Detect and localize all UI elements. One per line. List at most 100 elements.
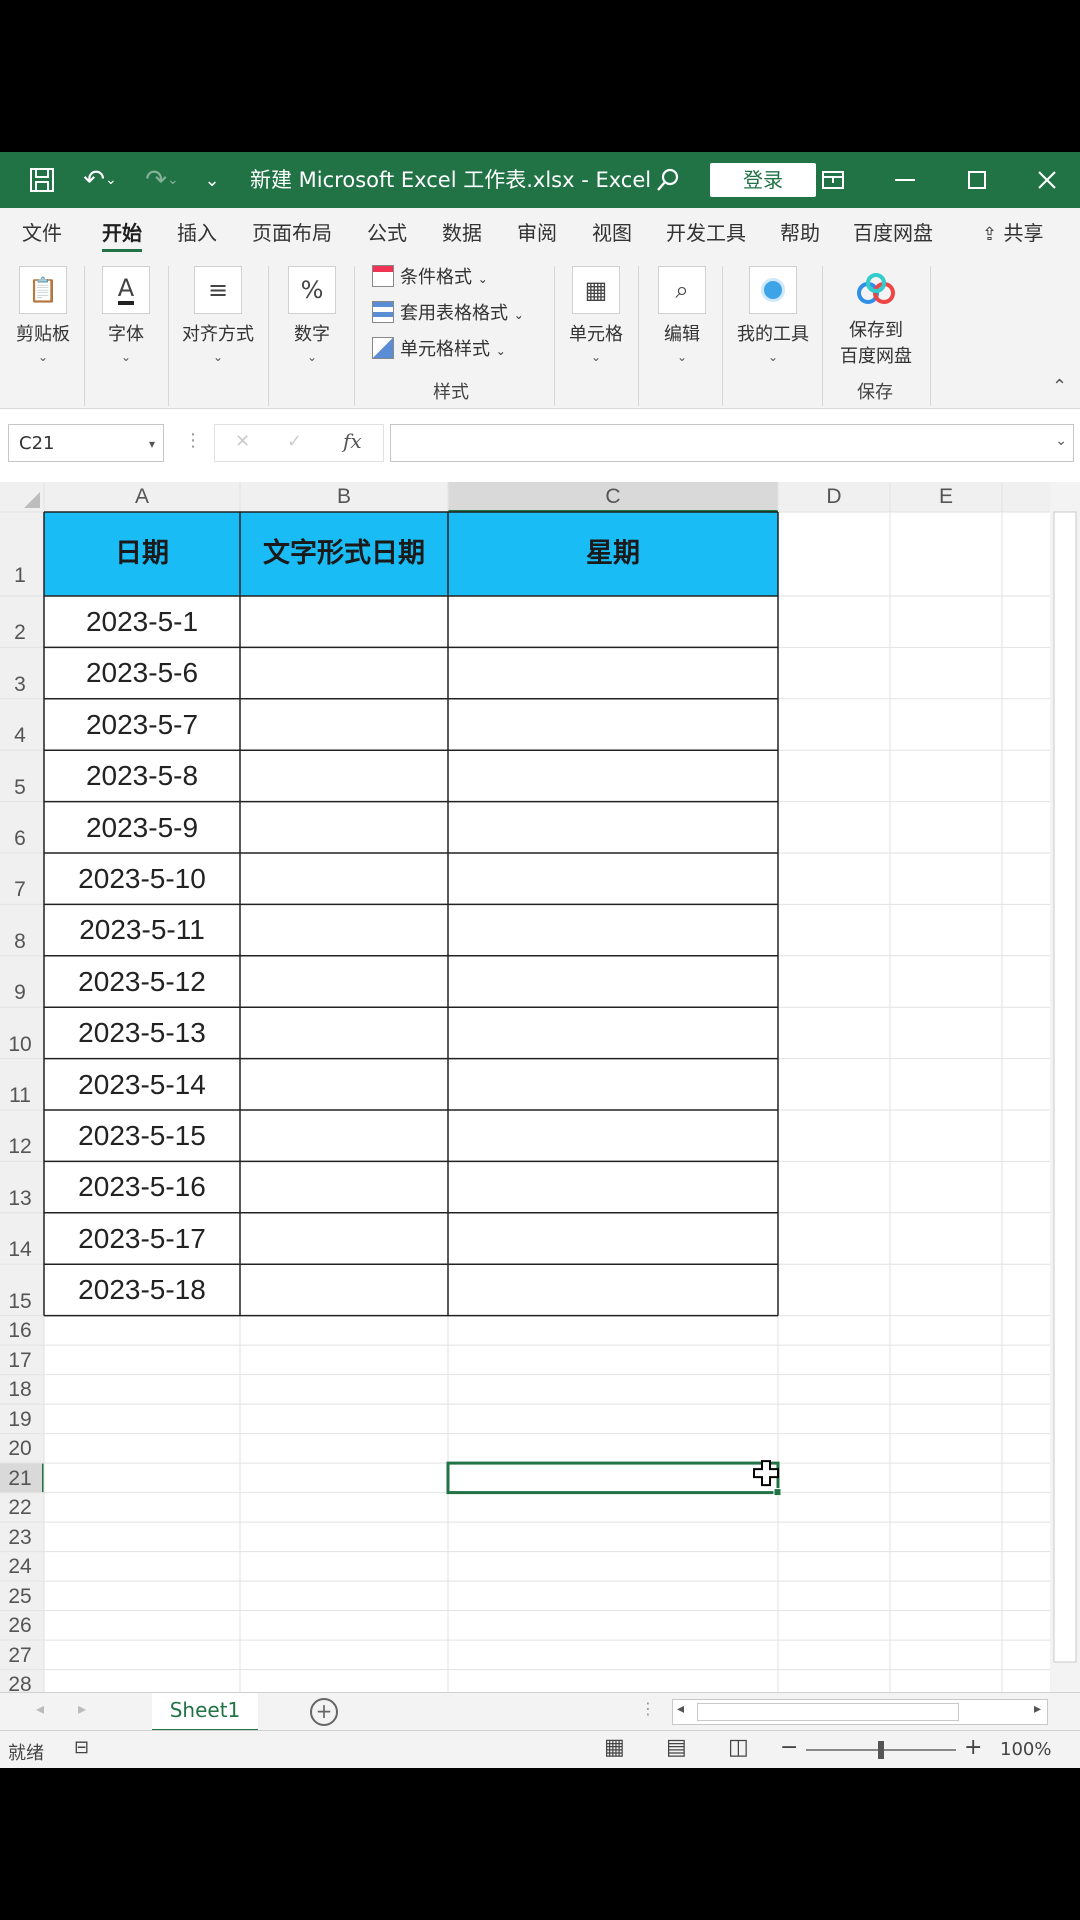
- row-header-1: 1: [14, 564, 26, 587]
- customize-toolbar-icon[interactable]: ⌄: [200, 152, 224, 208]
- tab-formulas[interactable]: 公式: [367, 208, 407, 258]
- row-header-10: 10: [8, 1032, 32, 1056]
- horizontal-scrollbar[interactable]: ◂ ▸: [672, 1699, 1048, 1725]
- tab-home[interactable]: 开始: [102, 208, 142, 258]
- share-button[interactable]: ⇪ 共享: [982, 208, 1043, 258]
- clipboard-button[interactable]: 📋 剪贴板 ⌄: [10, 258, 76, 408]
- my-tools-button[interactable]: 我的工具 ⌄: [728, 258, 818, 408]
- save-icon[interactable]: [22, 152, 62, 208]
- align-button[interactable]: ≡ 对齐方式 ⌄: [178, 258, 258, 408]
- normal-view-icon[interactable]: ▦: [604, 1735, 625, 1760]
- scroll-left-icon[interactable]: ◂: [36, 1699, 44, 1718]
- tab-insert[interactable]: 插入: [177, 208, 217, 258]
- font-button[interactable]: A 字体 ⌄: [98, 258, 154, 408]
- column-header-c: C: [605, 485, 621, 508]
- edit-button[interactable]: ⌕ 编辑 ⌄: [650, 258, 714, 408]
- conditional-format-icon: [372, 265, 394, 287]
- expand-formula-icon[interactable]: ⌄: [1055, 433, 1067, 449]
- scrollbar-thumb[interactable]: [697, 1703, 959, 1721]
- cursor-cross-icon: [753, 1460, 779, 1487]
- scroll-right-icon[interactable]: ▸: [78, 1699, 86, 1718]
- vertical-scrollbar-thumb: [1053, 511, 1077, 1663]
- more-icon: ⋮: [640, 1699, 656, 1718]
- minimize-icon[interactable]: [888, 152, 922, 208]
- my-tools-icon: [749, 266, 797, 314]
- page-layout-view-icon[interactable]: ▤: [666, 1735, 687, 1760]
- styles-caption: 样式: [433, 382, 469, 403]
- chevron-down-icon: ⌄: [212, 350, 224, 364]
- worksheet-grid[interactable]: A B C D E 1 2 3 4 5 6 7 8 9 10 11 12 13 14 15 16 17 18 19 20 21 22…: [0, 482, 1080, 1692]
- search-icon[interactable]: [648, 152, 688, 208]
- table-format-button[interactable]: 套用表格格式 ⌄: [372, 298, 524, 330]
- redo-icon[interactable]: ↷ ⌄: [138, 152, 186, 208]
- chevron-down-icon: ⌄: [306, 350, 318, 364]
- row-header-23: 23: [8, 1525, 32, 1549]
- enter-icon[interactable]: ✓: [287, 431, 302, 452]
- cancel-icon[interactable]: ✕: [235, 431, 250, 452]
- cell-style-icon: [372, 337, 394, 359]
- row-header-4: 4: [14, 724, 26, 748]
- fill-handle: [773, 1488, 782, 1497]
- ribbon-divider: [638, 266, 639, 406]
- ribbon-display-icon[interactable]: [816, 152, 850, 208]
- scroll-left-icon[interactable]: ◂: [677, 1701, 684, 1717]
- row-header-25: 25: [8, 1584, 32, 1608]
- close-icon[interactable]: [1030, 152, 1064, 208]
- column-header-d: D: [826, 485, 842, 508]
- conditional-format-button[interactable]: 条件格式 ⌄: [372, 262, 488, 294]
- scroll-right-icon[interactable]: ▸: [1034, 1701, 1041, 1717]
- save-caption: 保存: [857, 382, 893, 403]
- insert-function-icon[interactable]: fx: [343, 429, 362, 453]
- ribbon-divider: [84, 266, 85, 406]
- cell-style-button[interactable]: 单元格样式 ⌄: [372, 334, 506, 366]
- date-cell: 2023-5-16: [78, 1171, 206, 1203]
- add-sheet-icon[interactable]: +: [310, 1698, 338, 1726]
- row-header-24: 24: [8, 1555, 32, 1579]
- number-button[interactable]: % 数字 ⌄: [280, 258, 344, 408]
- tab-data[interactable]: 数据: [442, 208, 482, 258]
- formula-buttons: ✕ ✓ fx: [214, 424, 384, 462]
- zoom-slider-thumb[interactable]: [878, 1741, 884, 1759]
- zoom-slider[interactable]: [806, 1741, 956, 1759]
- chevron-down-icon: ⌄: [590, 350, 602, 364]
- maximize-icon[interactable]: [960, 152, 994, 208]
- chevron-down-icon: ▾: [148, 437, 155, 451]
- row-header-14: 14: [8, 1238, 32, 1262]
- zoom-level[interactable]: 100%: [1000, 1739, 1051, 1760]
- ribbon-divider: [554, 266, 555, 406]
- undo-icon[interactable]: ↶ ⌄: [76, 152, 124, 208]
- row-header-3: 3: [14, 672, 26, 696]
- zoom-in-icon[interactable]: +: [964, 1735, 982, 1760]
- zoom-out-icon[interactable]: −: [780, 1735, 798, 1760]
- date-cell: 2023-5-6: [85, 657, 199, 689]
- tab-file[interactable]: 文件: [22, 208, 62, 258]
- tab-help[interactable]: 帮助: [780, 208, 820, 258]
- save-baidu-label-1: 保存到: [849, 320, 903, 341]
- date-cell: 2023-5-7: [85, 708, 199, 740]
- status-ready: 就绪: [8, 1743, 44, 1764]
- page-break-view-icon[interactable]: ◫: [728, 1735, 749, 1760]
- accessibility-icon[interactable]: ⊟: [74, 1737, 89, 1758]
- tab-review[interactable]: 审阅: [517, 208, 557, 258]
- tab-baidu[interactable]: 百度网盘: [853, 208, 933, 258]
- tab-view[interactable]: 视图: [592, 208, 632, 258]
- chevron-down-icon: ⌄: [37, 350, 49, 364]
- row-header-21: 21: [8, 1466, 32, 1490]
- tab-developer[interactable]: 开发工具: [666, 208, 746, 258]
- sheet-tab-sheet1[interactable]: Sheet1: [152, 1693, 258, 1732]
- save-baidu-label-2: 百度网盘: [840, 346, 912, 367]
- date-cell: 2023-5-9: [85, 811, 199, 843]
- row-header-15: 15: [8, 1289, 32, 1313]
- cells-button[interactable]: ▦ 单元格 ⌄: [564, 258, 628, 408]
- clipboard-label: 剪贴板: [16, 324, 70, 345]
- tab-page-layout[interactable]: 页面布局: [252, 208, 332, 258]
- row-header-8: 8: [14, 929, 26, 953]
- login-button[interactable]: 登录: [710, 163, 816, 197]
- formula-bar: C21 ▾ ⋮ ✕ ✓ fx ⌄: [0, 418, 1080, 468]
- collapse-ribbon-icon[interactable]: ⌃: [1052, 376, 1067, 397]
- formula-input[interactable]: ⌄: [390, 424, 1074, 462]
- date-cell: 2023-5-10: [78, 863, 206, 894]
- name-box[interactable]: C21 ▾: [8, 424, 164, 462]
- font-color-icon: A: [102, 266, 150, 314]
- row-header-26: 26: [8, 1614, 32, 1638]
